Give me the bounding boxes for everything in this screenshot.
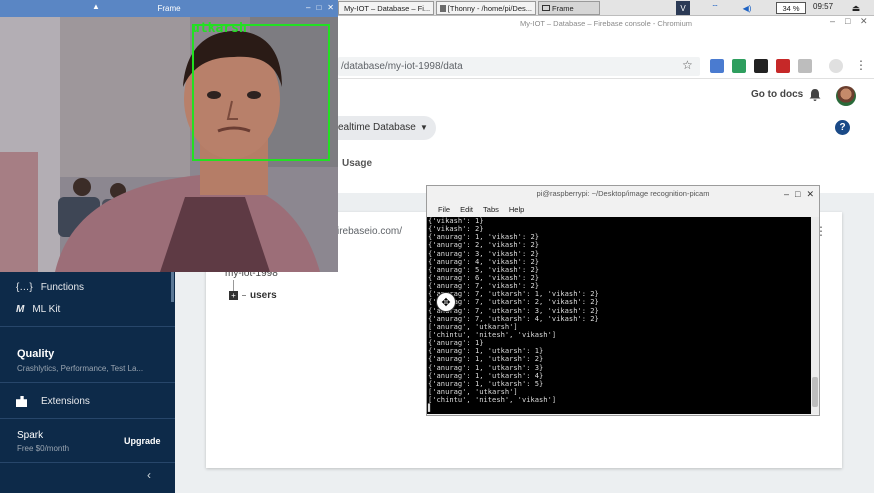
sidebar-item-functions[interactable]: {…} Functions [16,282,84,293]
sidebar-item-ml-kit[interactable]: M ML Kit [16,304,60,315]
cloud-extension-icon[interactable] [798,59,812,73]
bell-icon[interactable] [808,88,822,102]
help-icon[interactable]: ? [835,120,850,135]
sidebar-scrollbar[interactable] [171,272,174,302]
database-selector-label: ealtime Database [338,122,416,133]
terminal-menubar: File Edit Tabs Help [427,202,819,217]
vnc-icon[interactable]: V [676,1,690,15]
clock: 09:57 [813,2,834,11]
sidebar-divider [0,418,175,419]
taskbar-task-chromium[interactable]: My-IOT – Database – Fi... [338,1,434,15]
window-icon [542,5,550,11]
taskbar-task-frame[interactable]: Frame [538,1,600,15]
plan-name: Spark [17,430,44,441]
terminal-line: {'vikash': 1} [428,217,484,225]
terminal-close-icon[interactable]: ✕ [806,186,814,202]
sidebar-section-quality[interactable]: Quality [17,348,54,360]
avatar[interactable] [836,86,856,106]
extensions-icon [16,396,27,407]
terminal-titlebar[interactable]: pi@raspberrypi: ~/Desktop/image recognit… [427,186,819,202]
terminal-scrollbar-thumb[interactable] [812,377,818,407]
terminal-output[interactable]: {'vikash': 1} {'vikash': 2} {'anurag': 1… [427,217,811,414]
minimize-icon[interactable]: – [830,16,835,26]
terminal-menu-tabs[interactable]: Tabs [483,202,499,217]
face-detection-label: utkarsh [192,21,247,36]
volume-icon[interactable]: ◀) [740,1,754,15]
terminal-cursor: ▌ [428,403,433,413]
move-cursor-icon: ✥ [436,292,456,312]
wifi-icon[interactable]: ⌔ [708,1,722,15]
terminal-scrollbar[interactable] [811,217,819,414]
profile-icon[interactable] [829,59,843,73]
terminal-menu-edit[interactable]: Edit [460,202,473,217]
battery-indicator: 34 % [776,2,806,14]
ml-kit-icon: M [16,304,25,315]
dropdown-icon: ▼ [420,123,428,132]
firebase-sidebar: {…} Functions M ML Kit Quality Crashlyti… [0,272,175,493]
extension-icon[interactable] [754,59,768,73]
eject-icon[interactable]: ⏏ [850,1,862,15]
terminal-menu-file[interactable]: File [438,202,450,217]
frame-close-icon[interactable]: ✕ [327,3,334,12]
functions-icon: {…} [16,282,33,293]
terminal-minimize-icon[interactable]: – [784,186,789,202]
battery-level: 34 % [782,3,800,13]
menu-icon[interactable]: ⋮ [855,58,867,72]
sidebar-item-label: Extensions [41,396,90,407]
frame-maximize-icon[interactable]: □ [316,3,321,12]
extension-icon[interactable] [732,59,746,73]
terminal-line: ['chintu', 'nitesh', 'vikash'] [428,395,557,405]
sidebar-item-label: ML Kit [32,304,61,315]
taskbar-task-label: Frame [552,3,574,13]
sidebar-divider [0,326,175,327]
frame-window-titlebar[interactable]: Frame ▲ – □ ✕ [0,0,338,17]
tree-node-label: users [250,290,277,301]
tree-node-connector [242,295,246,296]
taskbar-task-label: [Thonny - /home/pi/Des... [447,3,532,13]
address-bar[interactable]: /database/my-iot-1998/data [338,57,700,76]
upgrade-button[interactable]: Upgrade [124,436,161,446]
extension-icon[interactable] [710,59,724,73]
collapse-sidebar-icon[interactable]: ‹ [147,468,151,482]
frame-menu-icon[interactable]: ▲ [92,2,100,11]
sidebar-item-extensions[interactable]: Extensions [16,396,90,407]
frame-window-title: Frame [157,4,181,13]
database-url[interactable]: irebaseio.com/ [337,226,402,237]
frame-minimize-icon[interactable]: – [306,3,310,12]
tab-usage[interactable]: Usage [342,158,372,169]
sidebar-item-label: Functions [40,282,85,293]
face-detection-box [192,24,330,161]
maximize-icon[interactable]: □ [845,16,850,26]
thonny-icon [440,4,446,12]
browser-window-title: My-IOT – Database – Firebase console - C… [338,16,874,31]
sidebar-section-quality-subtitle: Crashlytics, Performance, Test La... [17,364,144,373]
database-selector[interactable]: ealtime Database ▼ [322,116,436,140]
sidebar-divider [0,462,175,463]
taskbar-task-thonny[interactable]: [Thonny - /home/pi/Des... [436,1,536,15]
expand-icon[interactable]: + [229,291,238,300]
extension-icon[interactable] [776,59,790,73]
desktop: My-IOT – Database – Fi... [Thonny - /hom… [0,0,874,493]
terminal-menu-help[interactable]: Help [509,202,524,217]
camera-feed: utkarsh [0,17,338,272]
terminal-window[interactable]: pi@raspberrypi: ~/Desktop/image recognit… [426,185,820,416]
sidebar-divider [0,382,175,383]
plan-price: Free $0/month [17,444,70,453]
close-icon[interactable]: ✕ [860,16,868,27]
terminal-maximize-icon[interactable]: □ [795,186,800,202]
bookmark-star-icon[interactable]: ☆ [682,58,693,72]
terminal-title: pi@raspberrypi: ~/Desktop/image recognit… [536,189,710,198]
terminal-line: ['chintu', 'nitesh', 'vikash'] [428,329,557,339]
go-to-docs-link[interactable]: Go to docs [751,89,803,100]
taskbar-task-label: My-IOT – Database – Fi... [344,3,431,13]
tree-node-users[interactable]: + users [229,290,277,301]
